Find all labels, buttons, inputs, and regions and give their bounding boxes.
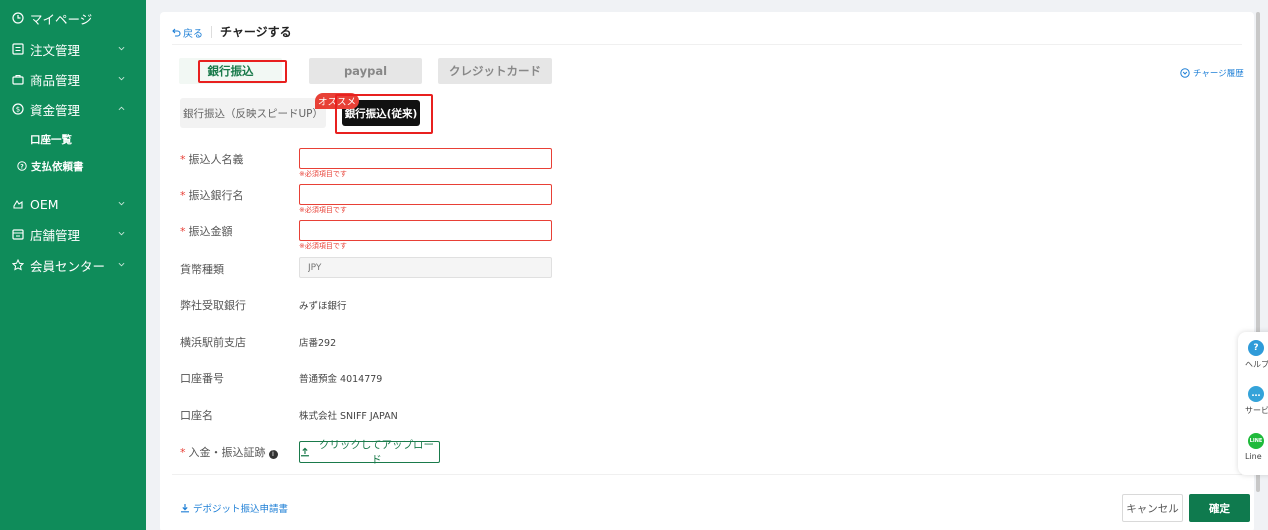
proof-label: * 入金・振込証跡 i xyxy=(180,444,278,460)
sidebar-item-oem[interactable]: OEM xyxy=(0,189,146,219)
divider xyxy=(211,26,212,38)
account-name-value: 株式会社 SNIFF JAPAN xyxy=(299,411,398,422)
back-label: 戻る xyxy=(183,29,203,40)
bank-name-label: * 振込銀行名 xyxy=(180,189,244,202)
account-name-label: 口座名 xyxy=(180,409,213,422)
chevron-down-icon xyxy=(118,76,125,81)
cancel-button[interactable]: キャンセル xyxy=(1122,494,1183,522)
sidebar: マイページ 注文管理 商品管理 $ 資金管理 口座一覧 ? 支払依頼書 OEM … xyxy=(0,0,146,530)
account-number-label: 口座番号 xyxy=(180,372,224,385)
divider xyxy=(172,44,1242,45)
order-list-icon xyxy=(12,43,24,55)
chevron-down-icon xyxy=(118,231,125,236)
chat-icon: … xyxy=(1248,386,1264,402)
sidebar-subitem-label: 支払依頼書 xyxy=(31,160,84,173)
store-icon xyxy=(12,229,24,240)
service-label: サービス xyxy=(1245,406,1268,415)
confirm-button[interactable]: 確定 xyxy=(1189,494,1250,522)
divider xyxy=(172,474,1242,475)
svg-text:$: $ xyxy=(16,106,20,114)
upload-icon xyxy=(300,447,309,457)
floating-support-panel: ? ヘルプ … サービス LINE Line xyxy=(1238,332,1268,475)
charge-card: 戻る チャージする 銀行振込 paypal クレジットカード チャージ履歴 銀行… xyxy=(160,12,1254,530)
sidebar-item-stores[interactable]: 店舗管理 xyxy=(0,219,146,249)
bank-name-input[interactable] xyxy=(299,184,552,205)
download-icon xyxy=(181,504,189,513)
tab-paypal[interactable]: paypal xyxy=(309,58,422,84)
subtab-bank-transfer-fast[interactable]: 銀行振込（反映スピードUP） xyxy=(180,98,326,128)
chevron-down-icon xyxy=(118,201,125,206)
back-link[interactable]: 戻る xyxy=(172,25,203,40)
branch-value: 店番292 xyxy=(299,338,337,349)
receiving-bank-value: みずほ銀行 xyxy=(299,301,347,312)
deposit-form-label: デポジット振込申請書 xyxy=(193,504,289,515)
currency-label: 貨幣種類 xyxy=(180,263,224,276)
account-number-value: 普通預金 4014779 xyxy=(299,374,383,385)
payer-name-error: ※必須項目です xyxy=(299,170,347,178)
history-circle-icon xyxy=(1180,68,1190,78)
help-button[interactable]: ? ヘルプ xyxy=(1238,340,1268,370)
sidebar-item-label: 店舗管理 xyxy=(30,227,81,243)
sidebar-subitem-payment-requests[interactable]: ? 支払依頼書 xyxy=(0,153,146,179)
sidebar-item-members[interactable]: 会員センター xyxy=(0,250,146,280)
sidebar-item-orders[interactable]: 注文管理 xyxy=(0,34,146,64)
sidebar-item-label: 会員センター xyxy=(30,258,106,274)
sidebar-subitem-accounts[interactable]: 口座一覧 xyxy=(0,126,146,152)
line-label: Line xyxy=(1245,452,1262,461)
chevron-up-icon xyxy=(118,106,125,111)
sidebar-item-label: 資金管理 xyxy=(30,102,81,118)
service-button[interactable]: … サービス xyxy=(1238,386,1268,416)
star-icon xyxy=(12,259,24,271)
charge-history-label: チャージ履歴 xyxy=(1193,69,1244,79)
currency-field xyxy=(299,257,552,278)
help-label: ヘルプ xyxy=(1245,360,1268,369)
branch-label: 横浜駅前支店 xyxy=(180,336,246,349)
info-icon[interactable]: i xyxy=(268,450,278,459)
money-icon: $ xyxy=(12,103,24,115)
sidebar-item-mypage[interactable]: マイページ xyxy=(0,3,146,33)
question-circle-icon: ? xyxy=(17,161,27,171)
sidebar-item-label: マイページ xyxy=(30,11,93,27)
sidebar-item-label: 注文管理 xyxy=(30,42,81,58)
sidebar-subitem-label: 口座一覧 xyxy=(30,133,72,146)
sidebar-item-funds[interactable]: $ 資金管理 xyxy=(0,94,146,124)
line-button[interactable]: LINE Line xyxy=(1238,433,1268,461)
sidebar-item-label: OEM xyxy=(30,196,59,212)
payer-name-input[interactable] xyxy=(299,148,552,169)
receiving-bank-label: 弊社受取銀行 xyxy=(180,299,246,312)
clock-icon xyxy=(12,12,24,24)
oem-icon xyxy=(13,199,23,209)
chevron-down-icon xyxy=(118,262,125,267)
sidebar-item-label: 商品管理 xyxy=(30,72,81,88)
bag-icon xyxy=(12,74,24,85)
amount-error: ※必須項目です xyxy=(299,242,347,250)
svg-text:?: ? xyxy=(20,164,24,171)
upload-button[interactable]: クリックしてアップロード xyxy=(299,439,440,466)
back-arrow-icon xyxy=(172,28,181,37)
bank-name-error: ※必須項目です xyxy=(299,206,347,214)
payer-name-label: * 振込人名義 xyxy=(180,153,244,166)
help-icon: ? xyxy=(1248,340,1264,356)
amount-label: * 振込金額 xyxy=(180,225,233,238)
page-title: チャージする xyxy=(220,25,292,39)
deposit-form-link[interactable]: デポジット振込申請書 xyxy=(180,501,288,515)
line-icon: LINE xyxy=(1248,433,1264,449)
chevron-down-icon xyxy=(118,46,125,51)
upload-label: クリックしてアップロード xyxy=(318,439,435,466)
highlight-annotation xyxy=(198,60,287,83)
amount-input[interactable] xyxy=(299,220,552,241)
charge-history-link[interactable]: チャージ履歴 xyxy=(1180,67,1244,79)
highlight-annotation xyxy=(335,94,433,134)
sidebar-item-products[interactable]: 商品管理 xyxy=(0,64,146,94)
tab-credit-card[interactable]: クレジットカード xyxy=(438,58,552,84)
